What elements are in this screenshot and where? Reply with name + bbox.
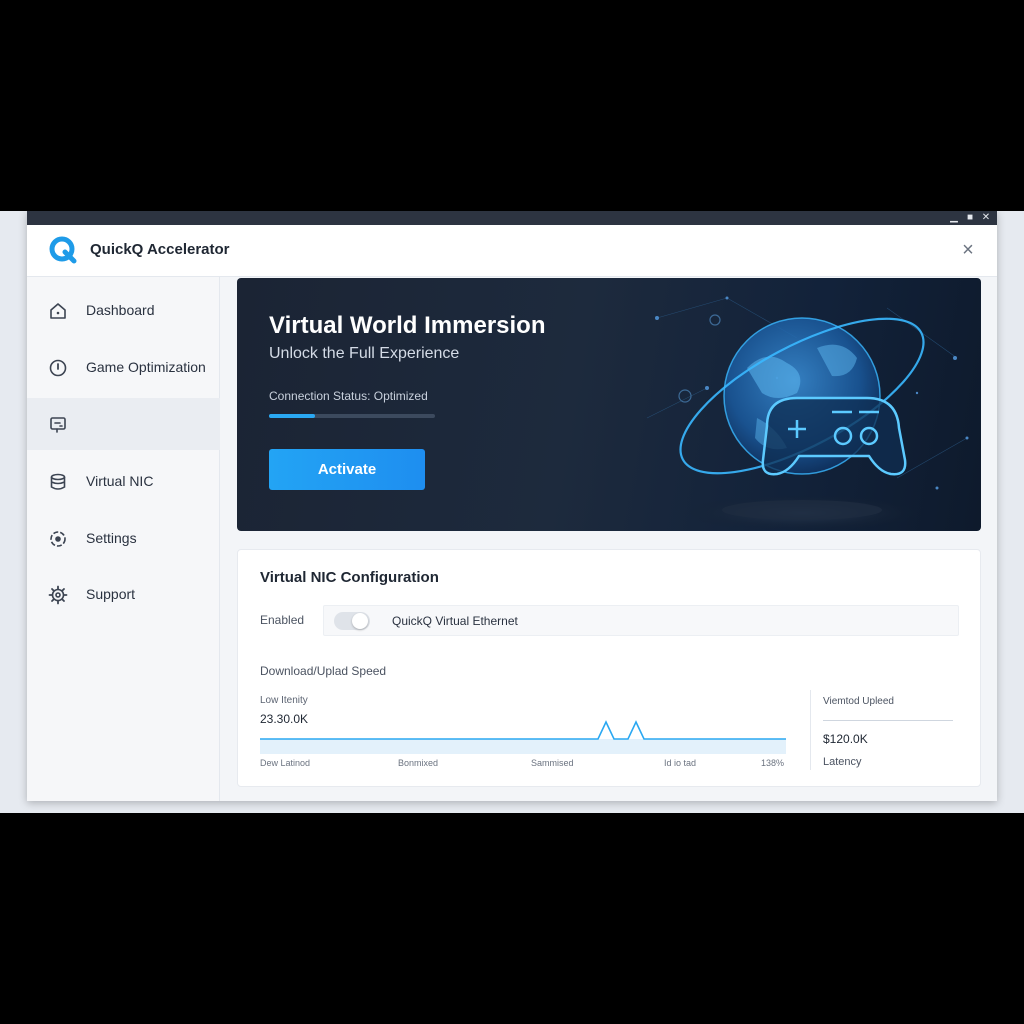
- connection-progress-bar: [269, 414, 435, 418]
- chart-tick: 138%: [761, 758, 785, 768]
- os-title-bar: ▁ ■ ✕: [27, 211, 997, 225]
- enabled-toggle[interactable]: [334, 612, 370, 630]
- adapter-name: QuickQ Virtual Ethernet: [392, 614, 518, 628]
- app-window: ▁ ■ ✕ QuickQ Accelerator × Dashboard Gam…: [27, 211, 997, 801]
- sidebar-item-game-optimization[interactable]: Game Optimization: [27, 341, 220, 393]
- stat-label: Viemtod Upleed: [823, 696, 894, 707]
- sidebar-item-label: Virtual NIC: [86, 473, 154, 489]
- close-icon[interactable]: ×: [957, 239, 979, 261]
- sidebar-item-virtual-nic[interactable]: Virtual NIC: [27, 455, 220, 507]
- enabled-label: Enabled: [260, 613, 305, 627]
- toggle-knob: [352, 613, 368, 629]
- window-close-button[interactable]: ✕: [979, 211, 993, 225]
- sidebar-item-settings[interactable]: Settings: [27, 512, 220, 564]
- hero-banner: Virtual World Immersion Unlock the Full …: [237, 278, 981, 531]
- sidebar-item-label: Dashboard: [86, 302, 155, 318]
- minimize-button[interactable]: ▁: [947, 211, 961, 225]
- sidebar-item-label: Game Optimization: [86, 359, 206, 375]
- chart-tick: Bonmixed: [398, 758, 439, 768]
- stat-value: $120.0K: [823, 732, 868, 746]
- gauge-icon: [49, 359, 67, 377]
- virtual-nic-panel: Virtual NIC Configuration Enabled QuickQ…: [237, 549, 981, 787]
- app-header: QuickQ Accelerator ×: [27, 225, 997, 277]
- globe-gamepad-illustration: [646, 296, 969, 531]
- connection-status: Connection Status: Optimized: [269, 389, 428, 403]
- settings-icon: [50, 531, 66, 547]
- sidebar-item-label: Support: [86, 586, 136, 602]
- quickq-logo-icon: [49, 236, 77, 264]
- panel-title: Virtual NIC Configuration: [260, 569, 439, 586]
- speed-chart: Low Itenity 23.30.0K Dew Latinod Bonmixe…: [260, 690, 786, 770]
- upload-stats: Viemtod Upleed $120.0K Latency: [810, 690, 953, 770]
- home-icon: [50, 303, 66, 319]
- database-icon: [50, 473, 66, 490]
- low-intensity-value: 23.30.0K: [260, 712, 309, 726]
- sidebar-item-label: Settings: [86, 530, 137, 546]
- chart-tick: Dew Latinod: [260, 758, 311, 768]
- app-title: QuickQ Accelerator: [90, 241, 230, 258]
- adapter-row: QuickQ Virtual Ethernet: [323, 605, 959, 636]
- sidebar: Dashboard Game Optimization Virtual NIC: [27, 277, 220, 801]
- stat-divider: [823, 720, 953, 721]
- network-card-icon: [50, 417, 66, 433]
- sidebar-item-network[interactable]: [27, 398, 220, 450]
- chart-tick: Sammised: [531, 758, 574, 768]
- low-intensity-label: Low Itenity: [260, 695, 308, 706]
- hero-subtitle: Unlock the Full Experience: [269, 345, 460, 362]
- speed-label: Download/Uplad Speed: [260, 664, 387, 678]
- sidebar-item-dashboard[interactable]: Dashboard: [27, 284, 220, 336]
- hero-title: Virtual World Immersion: [269, 312, 546, 339]
- sidebar-item-support[interactable]: Support: [27, 568, 220, 620]
- latency-label: Latency: [823, 756, 862, 768]
- activate-button[interactable]: Activate: [269, 449, 425, 490]
- speed-chart-line: [260, 720, 786, 754]
- gear-icon: [48, 585, 68, 605]
- maximize-button[interactable]: ■: [963, 211, 977, 225]
- chart-tick: Id io tad: [664, 758, 697, 768]
- progress-fill: [269, 414, 316, 418]
